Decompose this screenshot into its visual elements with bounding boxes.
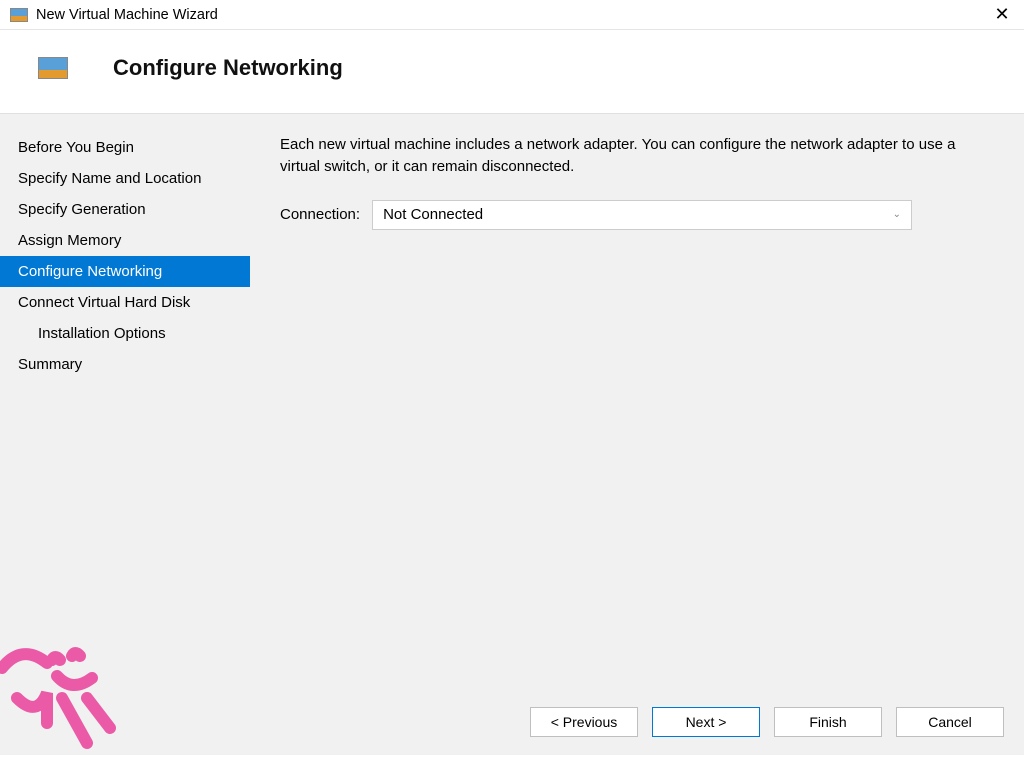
connection-selected-value: Not Connected bbox=[383, 206, 483, 223]
step-installation-options[interactable]: Installation Options bbox=[0, 318, 250, 349]
step-summary[interactable]: Summary bbox=[0, 349, 250, 380]
wizard-icon bbox=[38, 57, 68, 79]
step-connect-vhd[interactable]: Connect Virtual Hard Disk bbox=[0, 287, 250, 318]
page-title: Configure Networking bbox=[113, 55, 343, 81]
title-left: New Virtual Machine Wizard bbox=[10, 7, 218, 23]
connection-select[interactable]: Not Connected ⌄ bbox=[372, 200, 912, 230]
next-button[interactable]: Next > bbox=[652, 707, 760, 737]
app-icon bbox=[10, 8, 28, 22]
title-bar: New Virtual Machine Wizard ✕ bbox=[0, 0, 1024, 30]
cancel-button[interactable]: Cancel bbox=[896, 707, 1004, 737]
step-assign-memory[interactable]: Assign Memory bbox=[0, 225, 250, 256]
close-icon[interactable]: ✕ bbox=[988, 4, 1016, 25]
step-configure-networking[interactable]: Configure Networking bbox=[0, 256, 250, 287]
steps-sidebar: Before You Begin Specify Name and Locati… bbox=[0, 114, 250, 755]
step-before-you-begin[interactable]: Before You Begin bbox=[0, 132, 250, 163]
window-title: New Virtual Machine Wizard bbox=[36, 7, 218, 23]
finish-button[interactable]: Finish bbox=[774, 707, 882, 737]
previous-button[interactable]: < Previous bbox=[530, 707, 638, 737]
step-specify-name-location[interactable]: Specify Name and Location bbox=[0, 163, 250, 194]
step-specify-generation[interactable]: Specify Generation bbox=[0, 194, 250, 225]
wizard-button-bar: < Previous Next > Finish Cancel bbox=[530, 707, 1004, 737]
wizard-content: Each new virtual machine includes a netw… bbox=[250, 114, 1024, 755]
connection-row: Connection: Not Connected ⌄ bbox=[280, 200, 994, 230]
page-description: Each new virtual machine includes a netw… bbox=[280, 134, 994, 178]
chevron-down-icon: ⌄ bbox=[893, 209, 901, 220]
wizard-body: Before You Begin Specify Name and Locati… bbox=[0, 114, 1024, 755]
wizard-header: Configure Networking bbox=[0, 30, 1024, 113]
connection-label: Connection: bbox=[280, 206, 360, 223]
